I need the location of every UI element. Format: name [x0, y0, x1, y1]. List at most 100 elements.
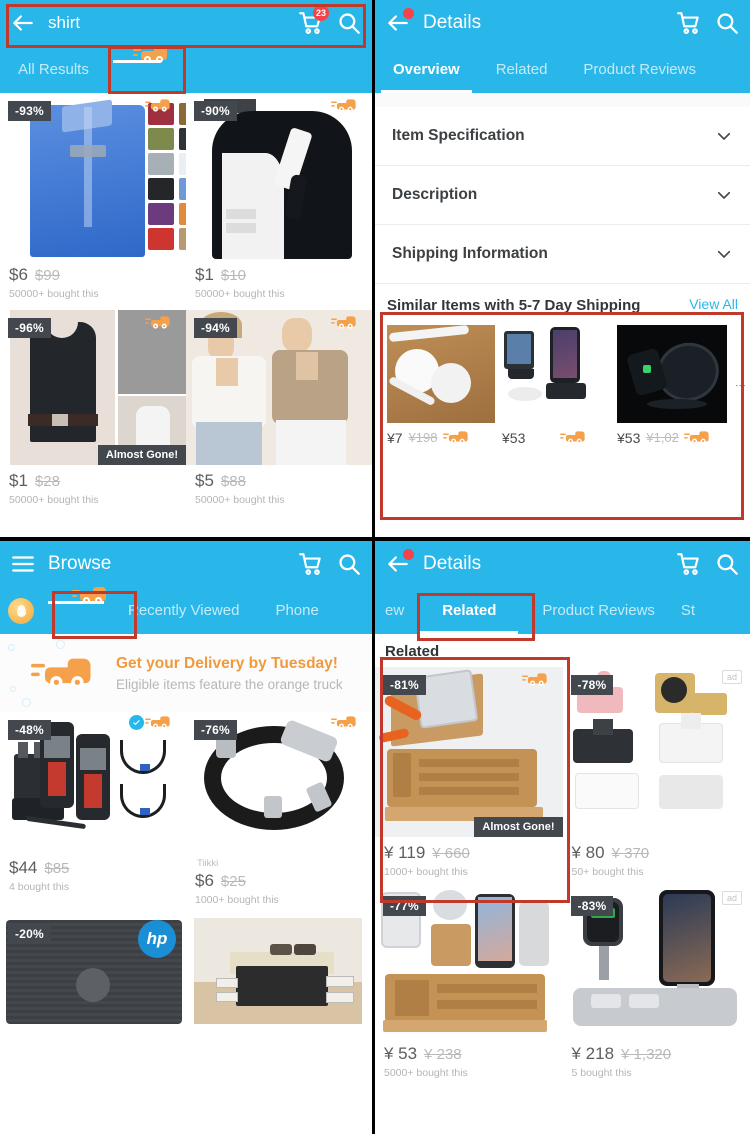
product-card[interactable]: -96% Almost Gone! $1 $28 50000+ bought t…	[0, 310, 186, 516]
product-price: $5	[195, 471, 214, 490]
discount-badge: -83%	[570, 896, 614, 916]
cart-icon[interactable]	[676, 10, 702, 36]
product-card[interactable]: -93% $6 $99 50000+ bought this	[0, 93, 186, 310]
product-image	[387, 325, 495, 424]
banner-subtext: Eligible items feature the orange truck	[116, 676, 343, 692]
cart-icon[interactable]	[298, 551, 324, 577]
orange-truck-icon	[72, 587, 106, 604]
product-image: -76%	[186, 712, 372, 852]
cart-icon[interactable]	[676, 551, 702, 577]
orange-truck-icon	[132, 46, 167, 63]
product-image: -78%	[562, 667, 750, 837]
coin-icon	[8, 597, 34, 624]
more-vertical-icon[interactable]: ⋮	[734, 380, 747, 392]
similar-items-title: Similar Items with 5-7 Day Shipping	[387, 297, 641, 314]
product-meta: ¥ 119 ¥ 660 1000+ bought this	[375, 673, 563, 888]
details-appbar: Details	[375, 541, 750, 587]
product-card[interactable]: -48% $44 $85 4 bought this	[0, 712, 186, 916]
accordion-description[interactable]: Description	[375, 166, 750, 225]
discount-badge: -48%	[8, 720, 51, 740]
accordion-label: Description	[392, 186, 478, 203]
tab-product-reviews[interactable]: Product Reviews	[524, 587, 673, 634]
accordion-list: Item Specification Description Shipping …	[375, 93, 750, 284]
search-icon[interactable]	[336, 10, 362, 36]
product-card[interactable]: -81% Almost Gone! ¥ 119 ¥ 660 1000+ boug…	[375, 667, 563, 888]
screenshot-grid: shirt 23 All Results -93% $6 $99 50000+ …	[0, 0, 750, 1134]
product-bought-count: 50000+ bought this	[9, 494, 99, 506]
product-old-price: ¥ 238	[424, 1046, 462, 1063]
browse-tabbar: Recently Viewed Phone	[0, 587, 372, 634]
product-image	[502, 325, 610, 424]
tab-related[interactable]: Related	[478, 46, 566, 93]
product-image: -96% Almost Gone!	[0, 310, 186, 465]
tab-overview[interactable]: Overview	[375, 46, 478, 93]
view-all-link[interactable]: View All	[689, 296, 738, 312]
product-bought-count: 1000+ bought this	[384, 866, 468, 878]
orange-truck-icon	[442, 431, 468, 444]
verified-badge-icon	[129, 715, 144, 730]
tab-product-reviews[interactable]: Product Reviews	[565, 46, 714, 93]
similar-items-carousel[interactable]: ¥7 ¥198 ¥53 ¥53 ¥1,02 ⋮	[387, 325, 746, 446]
product-old-price: $25	[220, 873, 246, 890]
page-title: Details	[423, 12, 482, 33]
search-appbar: shirt 23	[0, 0, 372, 46]
tab-recently-viewed[interactable]: Recently Viewed	[110, 587, 257, 634]
page-title: Details	[423, 553, 482, 574]
tab-orange-truck[interactable]	[107, 46, 167, 63]
search-icon[interactable]	[714, 10, 740, 36]
tab-all-results[interactable]: All Results	[0, 46, 107, 93]
section-title-related: Related	[385, 643, 440, 660]
chevron-down-icon	[715, 186, 733, 204]
product-meta: ¥ 218 ¥ 1,320 ad 5 bought this	[563, 891, 750, 1089]
product-price: ¥ 218	[571, 1044, 615, 1063]
product-bought-count: 4 bought this	[9, 881, 70, 893]
product-image: -83%	[562, 888, 750, 1038]
product-meta: ¥ 53 ¥ 238 5000+ bought this	[375, 1038, 563, 1089]
panel-browse: Browse Recently Viewed Phone Get your De…	[0, 541, 375, 1134]
tab-related[interactable]: Related	[414, 587, 524, 634]
product-card[interactable]: -76% Tiikki $6 $25 1000+ bought this	[186, 712, 372, 916]
cart-icon[interactable]: 23	[298, 5, 329, 36]
product-card[interactable]: -94% $5 $88 50000+ bought this	[186, 310, 372, 516]
product-card[interactable]: -77% ¥ 53 ¥ 238 5000+ bought this	[375, 888, 563, 1089]
product-row: -48% $44 $85 4 bought this -76% Tiikki $…	[0, 712, 372, 916]
product-old-price: ¥ 370	[611, 845, 650, 862]
back-arrow-icon[interactable]	[385, 549, 414, 577]
product-old-price: ¥1,02	[646, 430, 679, 446]
search-icon[interactable]	[714, 551, 740, 577]
product-price: ¥7	[387, 429, 403, 446]
product-card[interactable]: hp -20%	[0, 916, 186, 1026]
hamburger-menu-icon[interactable]	[10, 551, 36, 577]
similar-item[interactable]: ¥7 ¥198	[387, 325, 495, 446]
product-row: -93% $6 $99 50000+ bought this -90% $1 $…	[0, 93, 372, 310]
back-arrow-icon[interactable]	[10, 10, 36, 36]
product-price: $1	[9, 471, 28, 490]
product-old-price: $10	[220, 267, 246, 284]
accordion-item-specification[interactable]: Item Specification	[375, 107, 750, 166]
orange-truck-icon	[331, 99, 356, 112]
product-card[interactable]: -78% ¥ 80 ¥ 370 ad 50+ bought this	[562, 667, 750, 888]
browse-product-grid: -48% $44 $85 4 bought this -76% Tiikki $…	[0, 712, 372, 1026]
product-card[interactable]: -90% $1 $10 50000+ bought this	[186, 93, 372, 310]
similar-item[interactable]: ¥53 ¥1,02	[617, 325, 727, 446]
product-card[interactable]: -83% ¥ 218 ¥ 1,320 ad 5 bought this	[562, 888, 750, 1089]
accordion-label: Item Specification	[392, 127, 525, 144]
product-old-price: $88	[220, 473, 246, 490]
tab-phone[interactable]: Phone	[257, 587, 336, 634]
product-meta: Tiikki $6 $25 1000+ bought this	[186, 716, 372, 916]
similar-item[interactable]: ¥53	[502, 325, 610, 446]
search-input[interactable]: shirt	[48, 13, 286, 33]
product-card[interactable]	[186, 916, 372, 1026]
product-old-price: ¥198	[408, 430, 438, 446]
tab-store-truncated[interactable]: St	[673, 587, 703, 634]
tab-orange-truck[interactable]	[42, 587, 110, 604]
tab-deals-coin[interactable]	[0, 587, 42, 634]
back-arrow-icon[interactable]	[385, 8, 414, 36]
search-icon[interactable]	[336, 551, 362, 577]
accordion-shipping-information[interactable]: Shipping Information	[375, 225, 750, 284]
product-old-price: $85	[44, 860, 70, 877]
product-price: $6	[195, 871, 214, 890]
ad-badge: ad	[721, 891, 742, 905]
product-meta: $1 $28 50000+ bought this	[0, 316, 186, 516]
tab-overview-truncated[interactable]: ew	[375, 587, 414, 634]
